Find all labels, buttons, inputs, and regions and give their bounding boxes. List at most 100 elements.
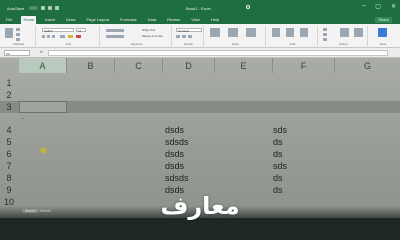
underline-icon[interactable] [52, 35, 55, 38]
ideas-icon[interactable] [378, 28, 387, 37]
redo-icon[interactable] [55, 6, 60, 10]
tab-help[interactable]: Help [209, 16, 221, 24]
sheet-tab-1[interactable]: Sheet1 [22, 209, 40, 213]
font-group-label: Font [65, 43, 72, 46]
column-header-e[interactable]: E [215, 58, 273, 73]
bold-icon[interactable] [42, 35, 45, 38]
column-header-g[interactable]: G [335, 58, 400, 73]
cell-styles-icon[interactable] [246, 28, 256, 37]
tab-file[interactable]: File [4, 16, 14, 24]
font-group: Calibri 11 Font [38, 26, 100, 46]
cell-f8[interactable]: ds [273, 173, 283, 183]
row-header-3[interactable]: 3 [0, 102, 18, 112]
document-title: Book1 - Excel [186, 6, 211, 11]
formula-bar: A3 fx [0, 48, 400, 58]
merge-center-button[interactable]: Merge & Center [142, 34, 163, 38]
column-header-f[interactable]: F [273, 58, 335, 73]
font-name-select[interactable]: Calibri [42, 28, 74, 33]
editing-group: Editing [320, 26, 368, 46]
find-select-icon[interactable] [354, 28, 363, 37]
paste-options-marker[interactable]: ⌄ [21, 115, 24, 120]
borders-icon[interactable] [60, 35, 65, 38]
column-header-b[interactable]: B [67, 58, 115, 73]
cut-icon[interactable] [16, 28, 20, 31]
tab-formulas[interactable]: Formulas [118, 16, 139, 24]
row-header-6[interactable]: 6 [0, 149, 18, 159]
paste-icon[interactable] [5, 28, 13, 38]
number-group-label: Number [183, 43, 194, 46]
format-painter-icon[interactable] [16, 38, 20, 41]
minimize-button[interactable]: – [362, 3, 365, 10]
cell-d7[interactable]: dsds [165, 161, 184, 171]
maximize-button[interactable]: ▢ [375, 3, 381, 10]
active-cell[interactable] [19, 101, 67, 113]
tab-review[interactable]: Review [165, 16, 182, 24]
format-cells-icon[interactable] [300, 28, 308, 37]
vertical-align-icon[interactable] [106, 29, 124, 32]
cell-f6[interactable]: ds [273, 149, 283, 159]
name-box[interactable]: A3 [4, 50, 30, 56]
cell-d5[interactable]: sdsds [165, 137, 189, 147]
tab-view[interactable]: View [189, 16, 202, 24]
row-header-2[interactable]: 2 [0, 90, 18, 100]
autosum-icon[interactable] [323, 28, 327, 31]
tab-insert[interactable]: Insert [43, 16, 57, 24]
row-header-7[interactable]: 7 [0, 161, 18, 171]
undo-icon[interactable] [48, 6, 53, 10]
row-header-9[interactable]: 9 [0, 185, 18, 195]
cell-f5[interactable]: ds [273, 137, 283, 147]
close-button[interactable]: ✕ [391, 3, 396, 10]
row-header-4[interactable]: 4 [0, 125, 18, 135]
fill-color-icon[interactable] [68, 35, 73, 38]
sheet-tab-2[interactable]: Sheet2 [40, 209, 51, 213]
cell-d6[interactable]: dsds [165, 149, 184, 159]
ideas-group: Ideas [370, 26, 396, 46]
font-color-icon[interactable] [76, 35, 81, 38]
row-header-8[interactable]: 8 [0, 173, 18, 183]
autosave-toggle[interactable] [29, 6, 39, 10]
quick-access-toolbar: AutoSave [4, 6, 60, 11]
currency-icon[interactable] [176, 35, 180, 38]
search-icon[interactable] [246, 5, 250, 9]
copy-icon[interactable] [16, 33, 20, 36]
alignment-group: Wrap Text Merge & Center Alignment [102, 26, 172, 46]
column-header-d[interactable]: D [163, 58, 215, 73]
fill-icon[interactable] [323, 33, 327, 36]
cells-group-label: Cells [289, 43, 296, 46]
row-header-5[interactable]: 5 [0, 137, 18, 147]
column-header-a[interactable]: A [19, 58, 67, 73]
row-header-1[interactable]: 1 [0, 78, 18, 88]
tab-data[interactable]: Data [146, 16, 158, 24]
comma-icon[interactable] [188, 35, 192, 38]
clear-icon[interactable] [323, 38, 327, 41]
conditional-formatting-icon[interactable] [210, 28, 220, 37]
delete-cells-icon[interactable] [286, 28, 294, 37]
tab-draw[interactable]: Draw [64, 16, 77, 24]
watermark-logo: معارف [160, 192, 240, 220]
cell-d8[interactable]: sdsds [165, 173, 189, 183]
horizontal-align-icon[interactable] [106, 35, 124, 38]
format-as-table-icon[interactable] [228, 28, 238, 37]
sort-filter-icon[interactable] [340, 28, 349, 37]
formula-input[interactable] [48, 50, 388, 56]
column-header-c[interactable]: C [115, 58, 163, 73]
wrap-text-button[interactable]: Wrap Text [142, 28, 155, 32]
cell-d4[interactable]: dsds [165, 125, 184, 135]
cell-f9[interactable]: ds [273, 185, 283, 195]
percent-icon[interactable] [182, 35, 186, 38]
number-group: General Number [174, 26, 204, 46]
clipboard-group-label: Clipboard [12, 43, 25, 46]
cell-f7[interactable]: sds [273, 161, 287, 171]
italic-icon[interactable] [47, 35, 50, 38]
window-controls: – ▢ ✕ [362, 3, 396, 10]
fx-icon[interactable]: fx [40, 50, 43, 54]
share-button[interactable]: Share [375, 17, 392, 23]
font-size-select[interactable]: 11 [76, 28, 86, 33]
cell-f4[interactable]: sds [273, 125, 287, 135]
tab-home[interactable]: Home [21, 16, 37, 24]
tab-page-layout[interactable]: Page Layout [84, 16, 110, 24]
save-icon[interactable] [41, 6, 46, 10]
number-format-select[interactable]: General [176, 28, 202, 33]
insert-cells-icon[interactable] [272, 28, 280, 37]
editing-group-label: Editing [339, 43, 348, 46]
